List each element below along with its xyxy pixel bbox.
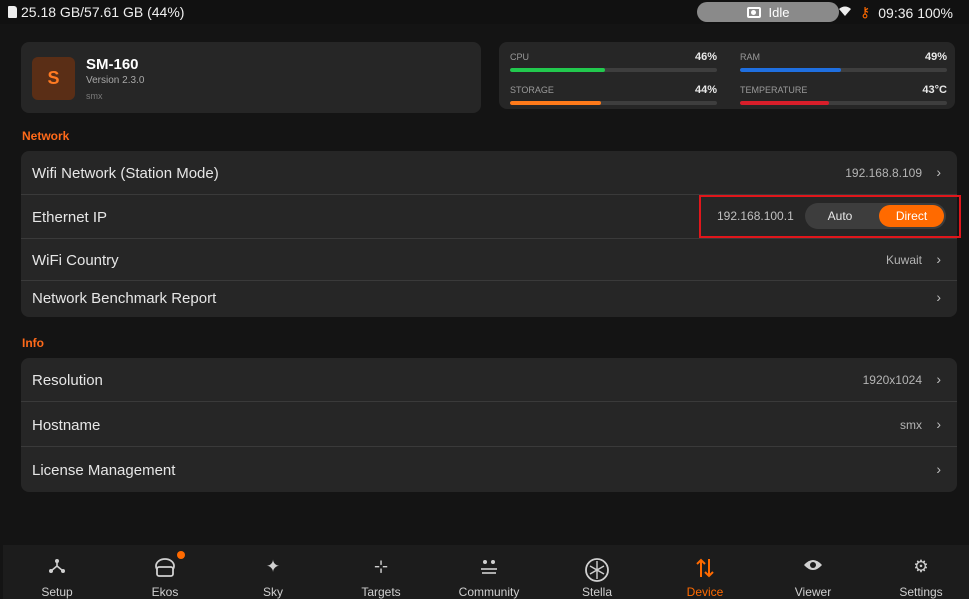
stat-bar bbox=[740, 68, 947, 72]
device-icon bbox=[695, 557, 715, 578]
row-resolution[interactable]: Resolution 1920x1024 › bbox=[21, 358, 957, 402]
system-stats-card: CPU 46% RAM 49% STORAGE 44% TEMPERATURE … bbox=[499, 42, 955, 109]
chevron-right-icon: › bbox=[936, 371, 941, 387]
row-label: Ethernet IP bbox=[32, 209, 108, 226]
capture-status-pill[interactable]: Idle bbox=[697, 2, 839, 22]
ekos-icon bbox=[154, 557, 176, 577]
status-bar: 25.18 GB/57.61 GB (44%) Idle ⚷ 09:36 100… bbox=[0, 0, 969, 24]
camera-icon bbox=[746, 6, 761, 18]
device-card: S SM-160 Version 2.3.0 smx bbox=[21, 42, 481, 113]
stat-value: 46% bbox=[694, 51, 717, 63]
nav-label: Community bbox=[458, 585, 520, 599]
nav-targets[interactable]: ⊹ Targets bbox=[327, 545, 435, 599]
capture-status-text: Idle bbox=[768, 4, 790, 20]
device-user: smx bbox=[86, 91, 103, 101]
community-icon bbox=[479, 557, 499, 577]
toggle-auto-option[interactable]: Auto bbox=[807, 205, 873, 227]
ethernet-mode-toggle[interactable]: Auto Direct bbox=[805, 203, 946, 229]
key-icon: ⚷ bbox=[860, 4, 871, 20]
stat-value: 43°C bbox=[922, 84, 947, 96]
stat-bar bbox=[510, 68, 717, 72]
row-hostname[interactable]: Hostname smx › bbox=[21, 402, 957, 447]
row-label: Hostname bbox=[32, 417, 101, 434]
row-value: 1920x1024 bbox=[862, 373, 922, 387]
nav-stella[interactable]: Stella bbox=[543, 545, 651, 599]
nav-community[interactable]: Community bbox=[435, 545, 543, 599]
nav-label: Stella bbox=[581, 585, 613, 599]
nav-setup[interactable]: Setup bbox=[3, 545, 111, 599]
row-wifi-network[interactable]: Wifi Network (Station Mode) 192.168.8.10… bbox=[21, 151, 957, 195]
nav-label: Viewer bbox=[794, 585, 832, 599]
nav-label: Targets bbox=[361, 585, 401, 599]
nav-label: Settings bbox=[899, 585, 943, 599]
nav-device[interactable]: Device bbox=[651, 545, 759, 599]
network-section-title: Network bbox=[22, 129, 70, 143]
targets-icon: ⊹ bbox=[373, 557, 389, 576]
viewer-icon bbox=[803, 557, 823, 577]
chevron-right-icon: › bbox=[936, 461, 941, 477]
nav-label: Ekos bbox=[151, 585, 179, 599]
bottom-navigation: Setup Ekos ✦ Sky ⊹ Targets Community Ste… bbox=[3, 545, 969, 599]
settings-icon: ⚙ bbox=[913, 557, 929, 576]
row-network-benchmark[interactable]: Network Benchmark Report › bbox=[21, 281, 957, 317]
stella-icon bbox=[584, 557, 610, 582]
row-label: Network Benchmark Report bbox=[32, 290, 217, 307]
nav-sky[interactable]: ✦ Sky bbox=[219, 545, 327, 599]
row-label: Wifi Network (Station Mode) bbox=[32, 165, 219, 182]
stat-bar-fill bbox=[510, 68, 606, 72]
stat-cpu: CPU 46% bbox=[510, 51, 717, 76]
stat-bar bbox=[510, 101, 717, 105]
row-label: WiFi Country bbox=[32, 252, 119, 269]
stat-bar bbox=[740, 101, 947, 105]
row-wifi-country[interactable]: WiFi Country Kuwait › bbox=[21, 239, 957, 281]
stat-temperature: TEMPERATURE 43°C bbox=[740, 84, 947, 109]
wifi-icon bbox=[838, 5, 852, 20]
stat-value: 49% bbox=[924, 51, 947, 63]
stat-ram: RAM 49% bbox=[740, 51, 947, 76]
storage-text: 25.18 GB/57.61 GB (44%) bbox=[21, 4, 185, 20]
stat-value: 44% bbox=[694, 84, 717, 96]
stat-bar-fill bbox=[740, 68, 842, 72]
nav-label: Sky bbox=[262, 585, 283, 599]
row-value: 192.168.8.109 bbox=[845, 166, 922, 180]
stat-label: STORAGE bbox=[510, 85, 554, 95]
nav-ekos[interactable]: Ekos bbox=[111, 545, 219, 599]
notification-badge bbox=[177, 551, 185, 559]
system-status: ⚷ 09:36 100% bbox=[838, 4, 953, 21]
stat-label: TEMPERATURE bbox=[740, 85, 808, 95]
time-battery-text: 09:36 100% bbox=[878, 4, 953, 21]
stat-bar-fill bbox=[510, 101, 602, 105]
chevron-right-icon: › bbox=[936, 416, 941, 432]
row-label: License Management bbox=[32, 462, 176, 479]
stat-label: CPU bbox=[510, 52, 530, 62]
chevron-right-icon: › bbox=[936, 289, 941, 305]
setup-icon bbox=[48, 557, 66, 577]
chevron-right-icon: › bbox=[936, 164, 941, 180]
info-section-title: Info bbox=[22, 336, 44, 350]
info-card: Resolution 1920x1024 › Hostname smx › Li… bbox=[21, 358, 957, 492]
chevron-right-icon: › bbox=[936, 251, 941, 267]
stat-label: RAM bbox=[740, 52, 760, 62]
device-version: Version 2.3.0 bbox=[86, 75, 145, 86]
nav-label: Setup bbox=[41, 585, 73, 599]
storage-status: 25.18 GB/57.61 GB (44%) bbox=[8, 4, 184, 20]
device-name: SM-160 bbox=[86, 56, 139, 73]
stat-bar-fill bbox=[740, 101, 829, 105]
row-value: smx bbox=[900, 418, 922, 432]
nav-label: Device bbox=[686, 585, 724, 599]
nav-viewer[interactable]: Viewer bbox=[759, 545, 867, 599]
stat-storage: STORAGE 44% bbox=[510, 84, 717, 109]
row-license-management[interactable]: License Management › bbox=[21, 447, 957, 492]
toggle-direct-option[interactable]: Direct bbox=[879, 205, 944, 227]
row-label: Resolution bbox=[32, 372, 103, 389]
sd-card-icon bbox=[8, 6, 17, 18]
sky-icon: ✦ bbox=[265, 557, 281, 576]
device-avatar: S bbox=[32, 57, 75, 100]
row-value: Kuwait bbox=[885, 253, 922, 267]
ethernet-ip-value: 192.168.100.1 bbox=[717, 209, 794, 223]
nav-settings[interactable]: ⚙ Settings bbox=[867, 545, 969, 599]
